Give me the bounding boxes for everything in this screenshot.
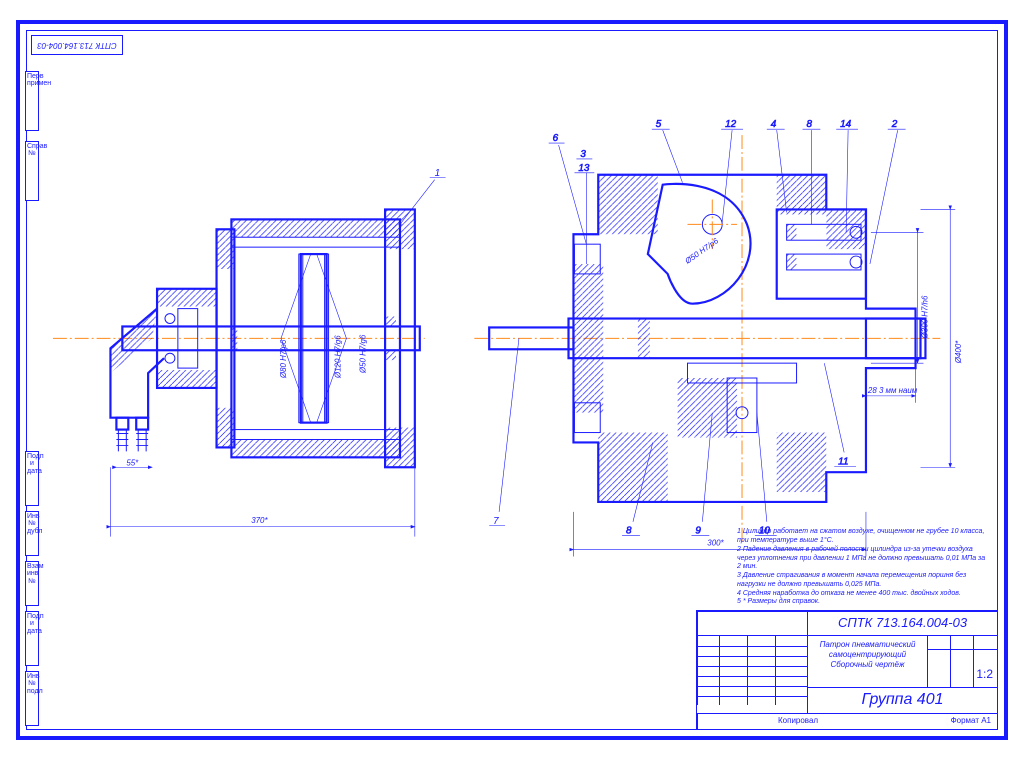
tb-group: Группа 401 bbox=[807, 687, 997, 713]
dim-right-step: 28 3 мм наим bbox=[867, 386, 918, 395]
note-line: 1 Цилиндр работает на сжатом воздухе, оч… bbox=[737, 528, 987, 546]
svg-text:8: 8 bbox=[626, 526, 632, 537]
note-line: 4 Средняя наработка до отказа не менее 4… bbox=[737, 590, 987, 599]
svg-text:4: 4 bbox=[771, 119, 777, 130]
dim-cam: Ø50 H7/р6 bbox=[683, 236, 721, 266]
title-block: СПТК 713.164.004-03 Патрон пневматически… bbox=[696, 610, 997, 729]
dim-right-outer: Ø400* bbox=[954, 340, 963, 364]
view-right-chuck: Ø50 H7/р6 5 12 bbox=[474, 119, 963, 556]
tb-scale: 1:2 bbox=[976, 667, 993, 681]
svg-text:2: 2 bbox=[891, 119, 898, 130]
callout-1: 1 bbox=[435, 168, 441, 179]
svg-text:13: 13 bbox=[578, 163, 590, 174]
svg-text:11: 11 bbox=[838, 456, 848, 467]
svg-text:8: 8 bbox=[806, 119, 812, 130]
dim-left-link: 55* bbox=[126, 458, 139, 467]
tb-title2: самоцентрирующий bbox=[808, 650, 927, 660]
svg-text:12: 12 bbox=[725, 119, 737, 130]
tb-drawing-number: СПТК 713.164.004-03 bbox=[807, 611, 997, 635]
technical-notes: 1 Цилиндр работает на сжатом воздухе, оч… bbox=[737, 528, 987, 607]
dim-right-overall: 300* bbox=[707, 539, 724, 548]
tb-title3: Сборочный чертёж bbox=[808, 660, 927, 670]
note-line: 2 Падение давления в рабочей полости цил… bbox=[737, 546, 987, 572]
dim-piston1: Ø120 H7/g6 bbox=[333, 335, 342, 379]
drawing-sheet: СПТК 713.164.004-03 Перв примен Справ № … bbox=[16, 20, 1008, 740]
dim-right-inner: Ø300 H7/h6 bbox=[920, 295, 929, 339]
tb-format: Формат А1 bbox=[951, 716, 991, 725]
svg-text:5: 5 bbox=[656, 119, 662, 130]
tb-title1: Патрон пневматический bbox=[808, 640, 927, 650]
svg-text:3: 3 bbox=[580, 149, 586, 160]
dim-piston2: Ø80 H7/p6 bbox=[279, 339, 288, 379]
svg-text:6: 6 bbox=[553, 133, 559, 144]
tb-copied: Копировал bbox=[778, 716, 818, 725]
drawing-frame: СПТК 713.164.004-03 Перв примен Справ № … bbox=[26, 30, 998, 730]
note-line: 3 Давление страгивания в момент начала п… bbox=[737, 572, 987, 590]
dim-piston3: Ø50 H7/g6 bbox=[358, 334, 367, 374]
svg-text:14: 14 bbox=[840, 119, 852, 130]
dim-left-overall: 370* bbox=[251, 516, 268, 525]
note-line: 5 * Размеры для справок. bbox=[737, 598, 987, 607]
svg-text:7: 7 bbox=[493, 516, 499, 527]
svg-text:9: 9 bbox=[695, 526, 701, 537]
view-left-cylinder: 55* Ø120 H7/g6 Ø80 H7/p6 Ø50 H7/g6 1 370 bbox=[53, 168, 446, 537]
